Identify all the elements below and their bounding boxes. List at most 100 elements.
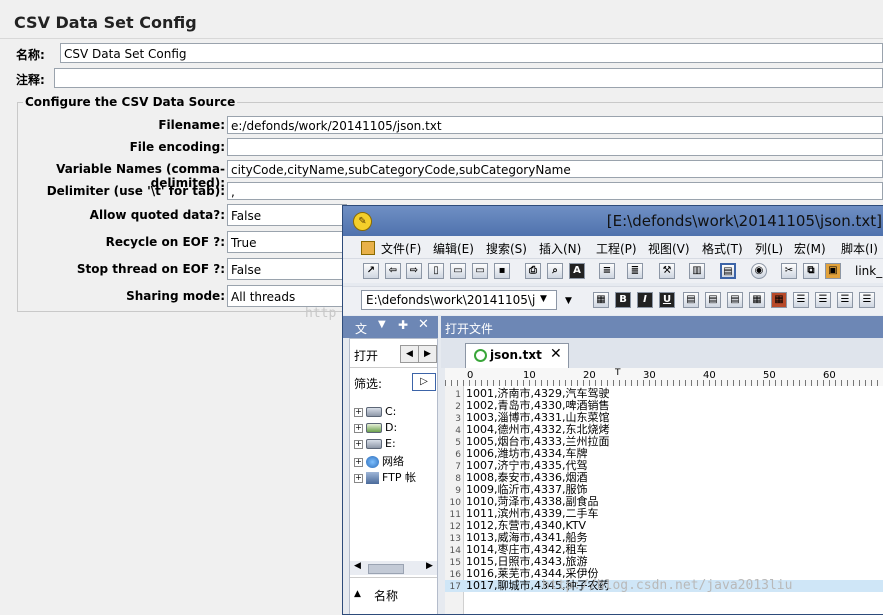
- tree-item-network[interactable]: + 网络: [354, 453, 404, 469]
- align-icon[interactable]: ▤: [683, 292, 699, 308]
- menu-column[interactable]: 列(L): [755, 240, 783, 257]
- close-panel-icon[interactable]: ✕: [418, 317, 429, 332]
- notepad-window: ✎ [E:\defonds\work\20141105\json.txt] 文件…: [342, 205, 883, 615]
- delimiter-input[interactable]: ,: [227, 182, 883, 200]
- filename-input[interactable]: e:/defonds/work/20141105/json.txt: [227, 116, 883, 134]
- expand-icon[interactable]: +: [354, 423, 363, 433]
- comment-label: 注释:: [16, 73, 45, 87]
- delimiter-label: Delimiter (use '\t' for tab):: [46, 184, 225, 198]
- sort-up-icon[interactable]: ▲: [354, 589, 361, 599]
- format-toolbar: E:\defonds\work\20141105\j ▼ ▼ ▦ B I U ▤…: [343, 286, 883, 315]
- stop-thread-label: Stop thread on EOF ?:: [76, 262, 225, 276]
- filter-toggle-icon[interactable]: ▷: [412, 373, 436, 391]
- tools-icon[interactable]: ⚒: [659, 263, 675, 279]
- sharing-mode-select[interactable]: All threads: [227, 285, 347, 307]
- tree-item-c[interactable]: + C:: [354, 405, 396, 418]
- color-icon[interactable]: ▦: [771, 292, 787, 308]
- italic-icon[interactable]: I: [637, 292, 653, 308]
- drive-icon: [366, 439, 382, 449]
- bold-icon[interactable]: B: [615, 292, 631, 308]
- document-icon[interactable]: ≡: [599, 263, 615, 279]
- close-tab-icon[interactable]: ✕: [550, 346, 562, 362]
- tree-item-e[interactable]: + E:: [354, 437, 396, 450]
- file-encoding-label: File encoding:: [129, 140, 225, 154]
- save-icon[interactable]: ▪: [494, 263, 510, 279]
- wrap-toggle-icon[interactable]: ▤: [720, 263, 736, 279]
- open-button[interactable]: 打开: [354, 347, 378, 364]
- file-encoding-input[interactable]: [227, 138, 883, 156]
- path-combo[interactable]: E:\defonds\work\20141105\j: [361, 290, 557, 310]
- back-arrow-icon[interactable]: ⇦: [385, 263, 401, 279]
- scroll-thumb[interactable]: [368, 564, 404, 574]
- menu-search[interactable]: 搜索(S): [486, 240, 527, 257]
- menu-script[interactable]: 脚本(I): [841, 240, 878, 257]
- expand-icon[interactable]: +: [354, 473, 363, 483]
- menu-file[interactable]: 文件(F): [381, 240, 421, 257]
- open-folder-icon[interactable]: ▭: [450, 263, 466, 279]
- format-icon[interactable]: ▦: [593, 292, 609, 308]
- tab-json-txt[interactable]: json.txt ✕: [465, 343, 569, 368]
- scroll-right-icon[interactable]: ▶: [426, 561, 433, 571]
- underline-icon[interactable]: U: [659, 292, 675, 308]
- menu-view[interactable]: 视图(V): [648, 240, 690, 257]
- new-file-icon[interactable]: ▯: [428, 263, 444, 279]
- name-column-header[interactable]: 名称: [374, 587, 398, 604]
- stop-thread-select[interactable]: False: [227, 258, 347, 280]
- file-panel-header: 文 ▼ ✚ ✕: [343, 316, 438, 338]
- panel-menu-chevron-down-icon[interactable]: ▼: [378, 319, 386, 330]
- notepad-app-icon: ✎: [353, 212, 372, 231]
- paste-icon[interactable]: ▣: [825, 263, 841, 279]
- document-list-icon[interactable]: ≣: [627, 263, 643, 279]
- nav-left-icon[interactable]: ◀: [400, 345, 419, 363]
- forward-arrow-icon[interactable]: ⇨: [406, 263, 422, 279]
- font-icon[interactable]: A: [569, 263, 585, 279]
- comment-input[interactable]: [54, 68, 883, 88]
- list-icon-2[interactable]: ☰: [815, 292, 831, 308]
- sharing-mode-label: Sharing mode:: [126, 289, 225, 303]
- columns-icon[interactable]: ▥: [689, 263, 705, 279]
- outdent-icon[interactable]: ▤: [727, 292, 743, 308]
- menu-format[interactable]: 格式(T): [702, 240, 743, 257]
- toolbar-link-text[interactable]: link_: [855, 264, 882, 278]
- horizontal-scrollbar[interactable]: ◀ ▶: [350, 561, 437, 575]
- menu-insert[interactable]: 插入(N): [539, 240, 581, 257]
- open-icon[interactable]: ↗: [363, 263, 379, 279]
- indent-icon[interactable]: ▤: [705, 292, 721, 308]
- open-files-title: 打开文件: [445, 322, 494, 336]
- tree-item-d[interactable]: + D:: [354, 421, 397, 434]
- expand-icon[interactable]: +: [354, 407, 363, 417]
- copy-icon[interactable]: ⧉: [803, 263, 819, 279]
- name-label: 名称:: [16, 48, 45, 62]
- notepad-titlebar[interactable]: ✎ [E:\defonds\work\20141105\json.txt]: [343, 206, 883, 236]
- file-panel-title: 文: [355, 322, 368, 336]
- open-files-header: 打开文件: [441, 316, 883, 338]
- print-icon[interactable]: ⎙: [525, 263, 541, 279]
- tab-strip: json.txt ✕: [441, 338, 883, 368]
- allow-quoted-select[interactable]: False: [227, 204, 347, 226]
- tree-item-ftp[interactable]: + FTP 帐: [354, 469, 416, 485]
- list-icon[interactable]: ☰: [793, 292, 809, 308]
- combo-chevron-down-icon[interactable]: ▼: [540, 294, 547, 304]
- table-icon[interactable]: ▦: [749, 292, 765, 308]
- list-icon-3[interactable]: ☰: [837, 292, 853, 308]
- toolbar-overflow-icon[interactable]: ▼: [565, 296, 572, 306]
- print-preview-icon[interactable]: ⌕: [547, 263, 563, 279]
- watermark-left: http: [305, 306, 337, 321]
- panel-divider: [350, 367, 437, 368]
- list-icon-4[interactable]: ☰: [859, 292, 875, 308]
- cut-icon[interactable]: ✂: [781, 263, 797, 279]
- menu-edit[interactable]: 编辑(E): [433, 240, 474, 257]
- recycle-on-eof-select[interactable]: True: [227, 231, 347, 253]
- scroll-left-icon[interactable]: ◀: [354, 561, 361, 571]
- menu-macro[interactable]: 宏(M): [794, 240, 826, 257]
- name-input[interactable]: CSV Data Set Config: [60, 43, 883, 63]
- notepad-title: [E:\defonds\work\20141105\json.txt]: [606, 212, 882, 230]
- menu-project[interactable]: 工程(P): [596, 240, 637, 257]
- folder-icon[interactable]: ▭: [472, 263, 488, 279]
- expand-icon[interactable]: +: [354, 439, 363, 449]
- pin-icon[interactable]: ✚: [398, 318, 408, 332]
- variable-names-input[interactable]: cityCode,cityName,subCategoryCode,subCat…: [227, 160, 883, 178]
- nav-right-icon[interactable]: ▶: [418, 345, 437, 363]
- browser-icon[interactable]: ◉: [751, 263, 767, 279]
- expand-icon[interactable]: +: [354, 457, 363, 467]
